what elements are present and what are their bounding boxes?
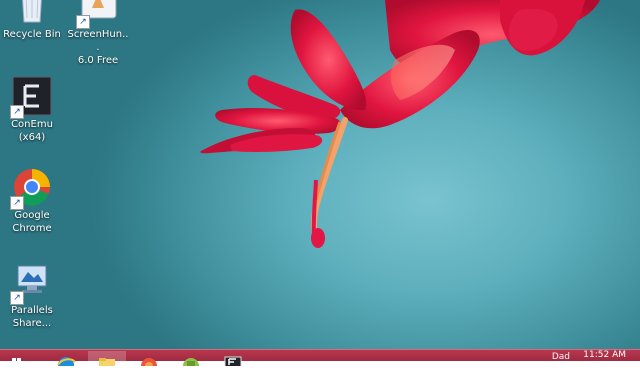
tray-partial-text[interactable]: Dad xyxy=(552,353,570,362)
desktop-icon-screenhunter[interactable]: ↗ ScreenHun... 6.0 Free xyxy=(66,0,130,67)
icon-label-conemu-line1: ConEmu xyxy=(11,119,53,130)
parallels-share-icon: ↗ xyxy=(10,262,52,305)
recycle-bin-icon xyxy=(12,0,52,26)
icon-label-recycle-bin: Recycle Bin xyxy=(3,29,61,40)
conemu-app-icon: ↗ xyxy=(10,76,52,119)
icon-label-parallels-line2: Share... xyxy=(12,318,52,329)
desktop[interactable]: Recycle Bin ↗ ScreenHun... 6.0 Free ↗ Co… xyxy=(0,0,640,360)
icon-label-parallels-line1: Parallels xyxy=(11,305,53,316)
desktop-icon-conemu[interactable]: ↗ ConEmu (x64) xyxy=(0,76,64,144)
shortcut-arrow-icon: ↗ xyxy=(10,291,24,305)
shortcut-arrow-icon: ↗ xyxy=(76,15,90,29)
clock-time[interactable]: 11:52 AM xyxy=(583,351,626,360)
icon-label-screenhunter-line2: 6.0 Free xyxy=(77,55,119,66)
desktop-icon-parallels-share[interactable]: ↗ Parallels Share... xyxy=(0,262,64,330)
icon-label-google-chrome-line2: Chrome xyxy=(12,223,52,234)
shortcut-arrow-icon: ↗ xyxy=(10,196,24,210)
chrome-app-icon: ↗ xyxy=(10,167,52,210)
icon-label-screenhunter-line1: ScreenHun... xyxy=(67,29,129,53)
icon-label-google-chrome-line1: Google xyxy=(14,210,50,221)
shortcut-arrow-icon: ↗ xyxy=(10,105,24,119)
screenhunter-app-icon: ↗ xyxy=(76,0,118,29)
icon-label-conemu-line2: (x64) xyxy=(18,132,46,143)
desktop-icon-recycle-bin[interactable]: Recycle Bin xyxy=(0,0,64,41)
taskbar[interactable]: Dad 11:52 AM xyxy=(0,349,640,370)
desktop-icon-google-chrome[interactable]: ↗ Google Chrome xyxy=(0,167,64,235)
